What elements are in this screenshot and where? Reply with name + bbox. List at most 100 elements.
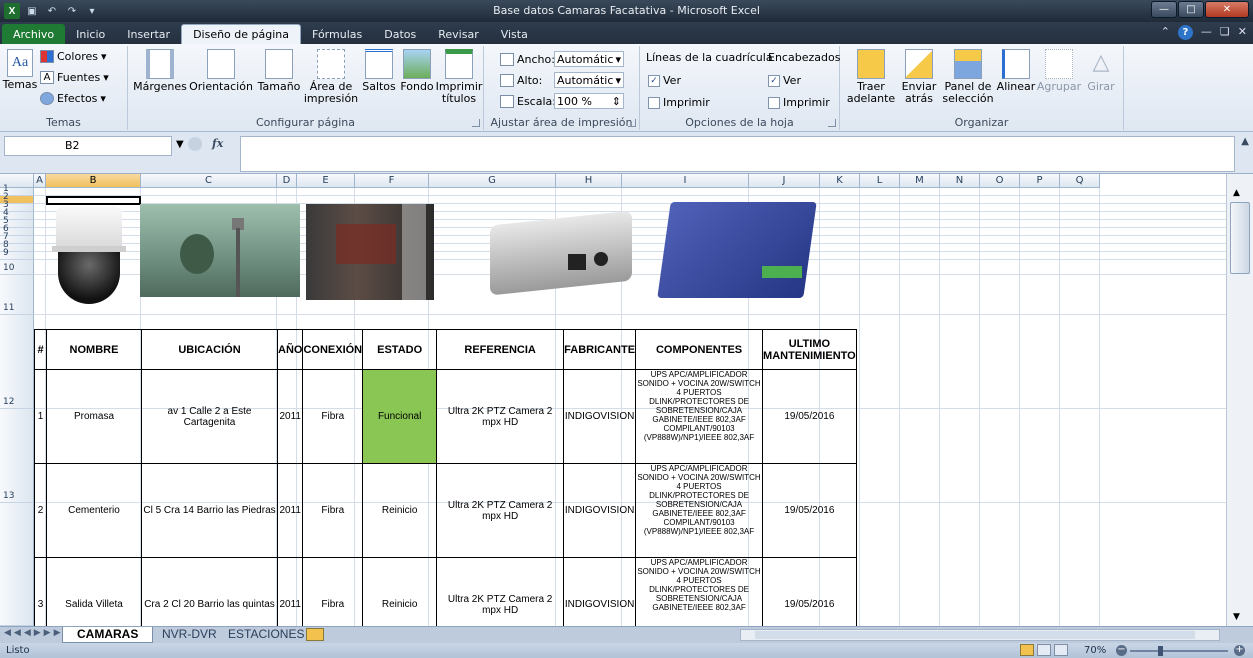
fondo-button[interactable]: Fondo [398, 49, 436, 93]
header-fabricante[interactable]: FABRICANTE [563, 329, 637, 370]
fuentes-button[interactable]: A Fuentes ▾ [40, 71, 109, 84]
cell-referencia[interactable]: Ultra 2K PTZ Camera 2 mpx HD [436, 369, 565, 464]
column-header-e[interactable]: E [297, 174, 355, 188]
customize-qat-icon[interactable]: ▾ [84, 3, 100, 19]
area-impresion-button[interactable]: Área de impresión [304, 49, 358, 105]
cell-num[interactable]: 2 [34, 463, 47, 558]
name-box[interactable]: B2 [4, 136, 172, 156]
formula-input[interactable] [240, 136, 1235, 172]
column-header-k[interactable]: K [820, 174, 860, 188]
cell-mantenimiento[interactable]: 19/05/2016 [762, 369, 857, 464]
excel-logo-icon[interactable]: X [4, 3, 20, 19]
minimize-ribbon-icon[interactable]: ⌃ [1161, 25, 1170, 40]
scroll-up-icon[interactable]: ▲ [1233, 188, 1240, 198]
cell-fabricante[interactable]: INDIGOVISION [563, 557, 637, 626]
cell-ubicacion[interactable]: Cra 2 Cl 20 Barrio las quintas [141, 557, 278, 626]
column-header-p[interactable]: P [1020, 174, 1060, 188]
header-mantenimiento[interactable]: ULTIMO MANTENIMIENTO [762, 329, 857, 370]
cell-estado[interactable]: Funcional [362, 369, 438, 464]
column-header-q[interactable]: Q [1060, 174, 1100, 188]
panel-seleccion-button[interactable]: Panel de selección [942, 49, 994, 105]
cell-componentes[interactable]: UPS APC/AMPLIFICADOR SONIDO + VOCINA 20W… [635, 369, 764, 464]
tab-diseno-de-pagina[interactable]: Diseño de página [181, 24, 302, 44]
sheet-tab-camaras[interactable]: CAMARAS [62, 627, 154, 643]
column-header-f[interactable]: F [355, 174, 429, 188]
close-icon[interactable]: ✕ [1205, 1, 1249, 18]
cell-conexion[interactable]: Fibra [302, 557, 364, 626]
column-header-h[interactable]: H [556, 174, 622, 188]
margenes-button[interactable]: Márgenes [132, 49, 188, 93]
insert-sheet-icon[interactable] [306, 628, 324, 641]
row-header-13[interactable]: 13 [0, 409, 34, 503]
save-icon[interactable]: ▣ [24, 3, 40, 19]
cell-mantenimiento[interactable]: 19/05/2016 [762, 557, 857, 626]
cell-fabricante[interactable]: INDIGOVISION [563, 369, 637, 464]
zoom-level[interactable]: 70% [1084, 643, 1106, 658]
zoom-slider[interactable] [1130, 646, 1228, 656]
header-referencia[interactable]: REFERENCIA [436, 329, 565, 370]
column-header-b[interactable]: B [46, 174, 141, 188]
alto-select[interactable]: Automátic ▾ [554, 72, 624, 88]
column-header-j[interactable]: J [749, 174, 820, 188]
redo-icon[interactable]: ↷ [64, 3, 80, 19]
column-header-d[interactable]: D [277, 174, 297, 188]
cell-componentes[interactable]: UPS APC/AMPLIFICADOR SONIDO + VOCINA 20W… [635, 557, 764, 626]
imprimir-titulos-button[interactable]: Imprimir títulos [436, 49, 482, 105]
network-device-image[interactable] [656, 196, 820, 312]
header-ubicacion[interactable]: UBICACIÓN [141, 329, 278, 370]
row-header-12[interactable]: 12 [0, 315, 34, 409]
temas-button[interactable]: Aa Temas [3, 49, 37, 91]
maximize-icon[interactable]: □ [1178, 1, 1204, 18]
help-icon[interactable]: ? [1177, 25, 1193, 40]
cell-conexion[interactable]: Fibra [302, 369, 364, 464]
insert-function-icon[interactable]: fx [212, 137, 223, 150]
colores-button[interactable]: Colores ▾ [40, 50, 107, 63]
cell-num[interactable]: 1 [34, 369, 47, 464]
header-estado[interactable]: ESTADO [362, 329, 438, 370]
tab-formulas[interactable]: Fórmulas [301, 24, 373, 44]
cell-fabricante[interactable]: INDIGOVISION [563, 463, 637, 558]
alinear-button[interactable]: Alinear [996, 49, 1036, 93]
cell-referencia[interactable]: Ultra 2K PTZ Camera 2 mpx HD [436, 557, 565, 626]
cell-componentes[interactable]: UPS APC/AMPLIFICADOR SONIDO + VOCINA 20W… [635, 463, 764, 558]
vertical-scrollbar[interactable]: ▲ ▼ [1226, 174, 1253, 626]
tab-archivo[interactable]: Archivo [2, 24, 66, 44]
sheet-tab-estaciones[interactable]: ESTACIONES [214, 627, 318, 643]
tamano-button[interactable]: Tamaño [256, 49, 302, 93]
header-conexion[interactable]: CONEXIÓN [302, 329, 364, 370]
encabezados-ver-checkbox[interactable]: ✓ Ver [768, 74, 801, 87]
agrupar-button[interactable]: Agrupar [1036, 49, 1082, 93]
undo-icon[interactable]: ↶ [44, 3, 60, 19]
horizontal-scroll-thumb[interactable] [755, 631, 1195, 639]
cell-anio[interactable]: 2011 [276, 369, 304, 464]
tab-vista[interactable]: Vista [490, 24, 539, 44]
worksheet-grid[interactable]: ABCDEFGHIJKLMNOPQ 1 2 3 4 5 6 7 8 9 10 11 12 13 # NO… [0, 174, 1226, 626]
name-box-dropdown-icon[interactable]: ▼ [176, 139, 184, 150]
saltos-button[interactable]: Saltos [360, 49, 398, 93]
orientacion-button[interactable]: Orientación [189, 49, 253, 93]
cell-estado[interactable]: Reinicio [362, 557, 438, 626]
column-header-a[interactable]: A [34, 174, 46, 188]
cell-num[interactable]: 3 [34, 557, 47, 626]
ancho-select[interactable]: Automátic ▾ [554, 51, 624, 67]
column-header-l[interactable]: L [860, 174, 900, 188]
page-break-view-icon[interactable] [1054, 644, 1068, 656]
cell-ubicacion[interactable]: Cl 5 Cra 14 Barrio las Piedras [141, 463, 278, 558]
cell-referencia[interactable]: Ultra 2K PTZ Camera 2 mpx HD [436, 463, 565, 558]
column-header-i[interactable]: I [622, 174, 749, 188]
opciones-launcher-icon[interactable] [828, 119, 836, 127]
row-header-9[interactable]: 9 [0, 248, 34, 260]
tab-insertar[interactable]: Insertar [116, 24, 181, 44]
workbook-close-icon[interactable]: ✕ [1238, 25, 1247, 40]
cell-nombre[interactable]: Cementerio [46, 463, 142, 558]
lineas-ver-checkbox[interactable]: ✓ Ver [648, 74, 681, 87]
tab-inicio[interactable]: Inicio [65, 24, 116, 44]
minimize-icon[interactable]: — [1151, 1, 1177, 18]
workbook-minimize-icon[interactable]: — [1201, 25, 1212, 40]
girar-button[interactable]: △ Girar [1082, 49, 1120, 93]
escala-stepper[interactable]: 100 % ⇕ [554, 93, 624, 109]
workbook-restore-icon[interactable]: ❏ [1220, 25, 1230, 40]
tab-revisar[interactable]: Revisar [427, 24, 489, 44]
column-header-o[interactable]: O [980, 174, 1020, 188]
row-header-11[interactable]: 11 [0, 275, 34, 315]
